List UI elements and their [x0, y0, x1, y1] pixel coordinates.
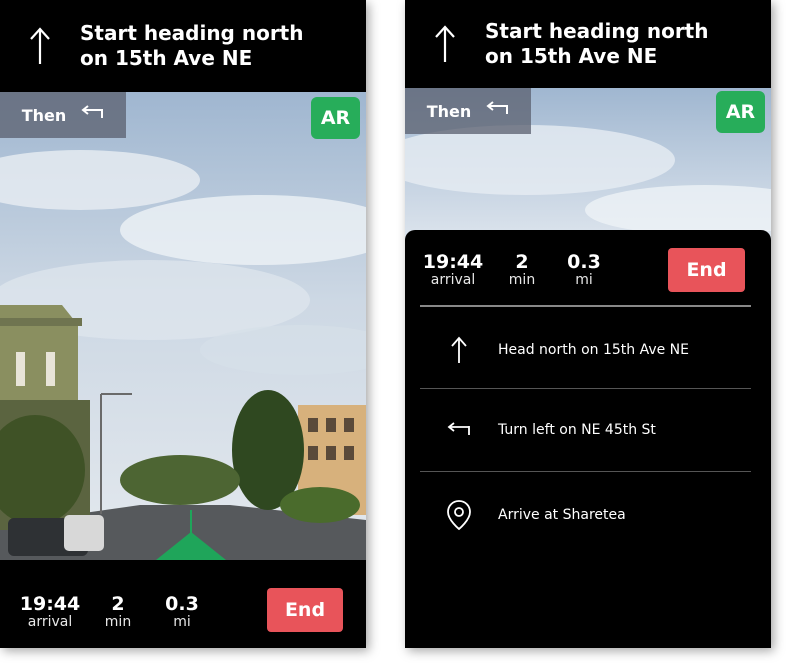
duration-value: 2	[111, 593, 125, 615]
distance-stat: 0.3 mi	[158, 594, 206, 630]
location-pin-icon	[420, 499, 498, 531]
end-button[interactable]: End	[668, 248, 745, 292]
then-label: Then	[21, 105, 67, 125]
panel-divider	[420, 305, 751, 307]
step-divider	[420, 471, 751, 472]
directions-panel: 19:44 arrival 2 min 0.3 mi End Head nort…	[405, 230, 771, 648]
arrow-up-icon	[420, 336, 498, 364]
arrival-label: arrival	[430, 272, 476, 288]
step-text: Turn left on NE 45th St	[498, 421, 656, 438]
directions-list-screen: Start heading north on 15th Ave NE Then …	[405, 0, 771, 648]
next-turn-banner: Then	[405, 88, 531, 134]
arrival-stat: 19:44 arrival	[422, 251, 484, 288]
step-text: Arrive at Sharetea	[498, 506, 626, 523]
arrow-up-icon	[405, 24, 485, 64]
duration-label: min	[104, 614, 132, 630]
distance-label: mi	[173, 614, 191, 630]
instruction-header: Start heading north on 15th Ave NE	[0, 0, 366, 92]
direction-step[interactable]: Arrive at Sharetea	[420, 473, 751, 556]
duration-value: 2	[515, 251, 529, 273]
arrival-time: 19:44	[422, 251, 484, 273]
step-text: Head north on 15th Ave NE	[498, 341, 690, 358]
instruction-header: Start heading north on 15th Ave NE	[405, 0, 771, 88]
duration-label: min	[508, 272, 536, 288]
instruction-text: Start heading north on 15th Ave NE	[80, 21, 304, 70]
duration-stat: 2 min	[94, 594, 142, 630]
arrival-stat: 19:44 arrival	[19, 593, 81, 630]
instruction-text: Start heading north on 15th Ave NE	[485, 19, 709, 68]
ar-toggle-button[interactable]: AR	[311, 97, 360, 139]
trip-summary-bar: 19:44 arrival 2 min 0.3 mi End	[0, 574, 366, 648]
then-label: Then	[426, 101, 472, 121]
turn-left-icon	[80, 105, 104, 125]
direction-step[interactable]: Head north on 15th Ave NE	[420, 308, 751, 391]
turn-left-icon	[485, 101, 509, 121]
end-button[interactable]: End	[267, 588, 343, 632]
arrival-label: arrival	[27, 614, 73, 630]
distance-stat: 0.3 mi	[560, 252, 608, 288]
ar-toggle-button[interactable]: AR	[716, 91, 765, 133]
duration-stat: 2 min	[498, 252, 546, 288]
arrow-up-icon	[0, 26, 80, 66]
distance-value: 0.3	[165, 593, 199, 615]
turn-left-icon	[420, 421, 498, 438]
direction-step[interactable]: Turn left on NE 45th St	[420, 388, 751, 471]
next-turn-banner: Then	[0, 92, 126, 138]
ar-navigation-screen: Start heading north on 15th Ave NE Then …	[0, 0, 366, 648]
arrival-time: 19:44	[19, 593, 81, 615]
distance-value: 0.3	[567, 251, 601, 273]
distance-label: mi	[575, 272, 593, 288]
